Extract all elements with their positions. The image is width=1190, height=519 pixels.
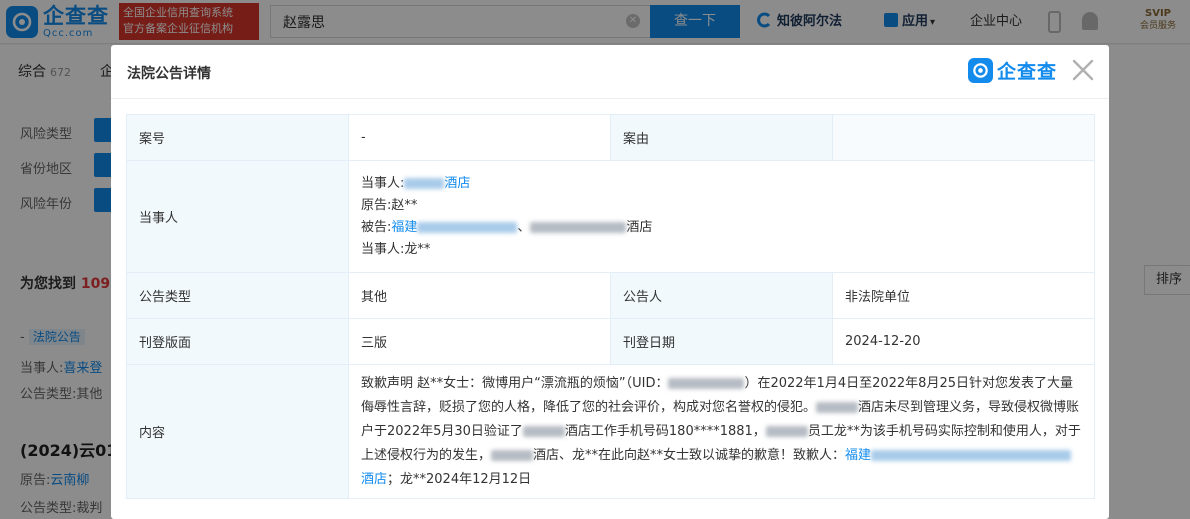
redacted-apologizer-company [871, 449, 1072, 461]
notice-type-label: 公告类型 [126, 272, 349, 319]
defendant-separator: 、 [517, 219, 531, 235]
party-long-line: 当事人:龙** [361, 239, 1082, 261]
notice-type-value: 其他 [348, 272, 611, 319]
redacted-name [404, 177, 445, 189]
redacted-hotel [530, 221, 627, 233]
row-edition: 刊登版面 三版 刊登日期 2024-12-20 [126, 318, 1095, 365]
party-long-prefix: 当事人: [361, 241, 405, 257]
content-part-4: 酒店工作手机号码180****1881， [564, 423, 766, 439]
case-cause-label: 案由 [610, 114, 833, 161]
defendant-company-link[interactable]: 福建 [391, 220, 417, 235]
redacted-uid [668, 377, 745, 389]
row-notice-type: 公告类型 其他 公告人 非法院单位 [126, 272, 1095, 319]
court-notice-detail-modal: 法院公告详情 企查查 案号 - 案由 当事人 当事人: 酒店 原告:赵** 被告… [111, 45, 1109, 519]
redacted-hotel-name-1 [816, 401, 859, 413]
publish-date-label: 刊登日期 [610, 318, 833, 365]
row-content: 内容 致歉声明 赵**女士：微博用户“漂流瓶的烦恼”（UID： ）在2022年1月… [126, 364, 1095, 499]
defendant-hotel-suffix: 酒店 [626, 219, 653, 235]
parties-label: 当事人 [126, 160, 349, 273]
modal-header: 法院公告详情 企查查 [111, 45, 1109, 99]
defendant-prefix: 被告: [361, 219, 392, 235]
defendant-line: 被告:福建 、 酒店 [361, 217, 1082, 239]
apologizer-hotel-link[interactable]: 酒店 [361, 472, 387, 487]
plaintiff-value: 赵** [391, 197, 418, 213]
redacted-hotel-name-4 [491, 449, 534, 461]
modal-logo-text: 企查查 [997, 60, 1058, 83]
modal-logo-icon [968, 57, 993, 83]
edition-value: 三版 [348, 318, 611, 365]
content-part-1: 致歉声明 赵**女士：微博用户“漂流瓶的烦恼”（UID： [361, 375, 669, 391]
content-part-7: ；龙**2024年12月12日 [387, 471, 532, 487]
announcer-label: 公告人 [610, 272, 833, 319]
case-number-label: 案号 [126, 114, 349, 161]
publish-date-value: 2024-12-20 [832, 318, 1095, 365]
plaintiff-prefix: 原告: [361, 197, 392, 213]
redacted-hotel-name-3 [765, 425, 808, 437]
close-icon[interactable] [1071, 58, 1095, 82]
party-prefix: 当事人: [361, 175, 405, 191]
row-case-number: 案号 - 案由 [126, 114, 1095, 161]
row-parties: 当事人 当事人: 酒店 原告:赵** 被告:福建、酒店 当事人:龙** [126, 160, 1095, 273]
announcer-value: 非法院单位 [832, 272, 1095, 319]
party-hotel-line: 当事人: 酒店 [361, 173, 1082, 195]
notice-detail-table: 案号 - 案由 当事人 当事人: 酒店 原告:赵** 被告:福建、酒店 当事人:龙… [126, 114, 1095, 499]
edition-label: 刊登版面 [126, 318, 349, 365]
case-number-value: - [348, 114, 611, 161]
party-long-value: 龙** [404, 241, 431, 257]
party-hotel-link[interactable]: 酒店 [444, 176, 470, 191]
content-value: 致歉声明 赵**女士：微博用户“漂流瓶的烦恼”（UID： ）在2022年1月4日至… [348, 364, 1095, 499]
apologizer-company-link[interactable]: 福建 [845, 448, 871, 463]
case-cause-value [832, 114, 1095, 161]
modal-title: 法院公告详情 [127, 66, 211, 82]
content-label: 内容 [126, 364, 349, 499]
content-part-6: 酒店、龙**在此向赵**女士致以诚挚的歉意！致歉人： [533, 447, 846, 463]
parties-value: 当事人: 酒店 原告:赵** 被告:福建、酒店 当事人:龙** [348, 160, 1095, 273]
modal-qcc-logo: 企查查 [968, 57, 1057, 83]
redacted-company [417, 221, 518, 233]
apology-statement-text: 致歉声明 赵**女士：微博用户“漂流瓶的烦恼”（UID： ）在2022年1月4日至… [361, 372, 1082, 492]
redacted-hotel-name-2 [522, 425, 565, 437]
plaintiff-line: 原告:赵** [361, 195, 1082, 217]
